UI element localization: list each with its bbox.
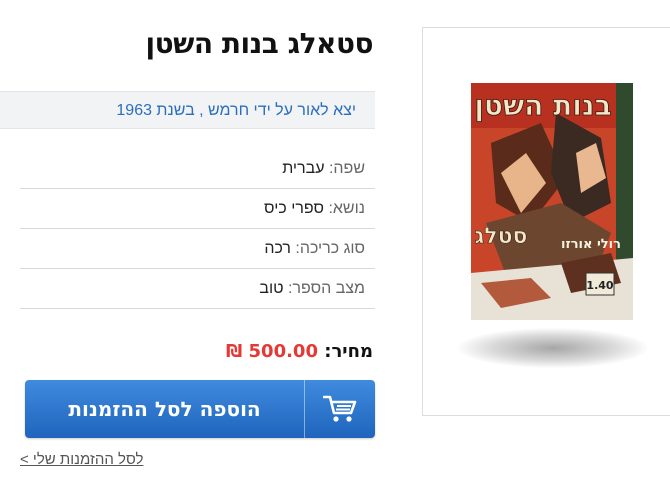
price-amount: 500.00: [248, 341, 318, 362]
detail-value: עברית: [282, 160, 325, 177]
my-cart-link[interactable]: לסל ההזמנות שלי >: [20, 451, 143, 468]
detail-row-binding: סוג כריכה: רכה: [20, 229, 375, 269]
cover-author-text: רולי אורזו: [561, 237, 621, 252]
detail-key: סוג כריכה:: [295, 240, 365, 257]
detail-key: נושא:: [328, 200, 365, 217]
detail-row-language: שפה: עברית: [20, 149, 375, 189]
detail-row-condition: מצב הספר: טוב: [20, 269, 375, 309]
detail-row-subject: נושא: ספרי כיס: [20, 189, 375, 229]
shopping-cart-icon: [304, 380, 375, 438]
add-to-cart-button[interactable]: הוספה לסל ההזמנות: [25, 380, 375, 438]
publisher-band: יצא לאור על ידי חרמש , בשנת 1963: [0, 91, 375, 129]
product-image-panel: 1.40 בנות השטן סטלג רולי אורזו: [422, 27, 670, 416]
detail-value: ספרי כיס: [264, 200, 324, 217]
price-label: מחיר:: [324, 341, 373, 362]
image-shadow: [458, 328, 648, 368]
page-title: סטאלג בנות השטן: [145, 27, 374, 60]
cover-price-tag: 1.40: [586, 279, 613, 292]
detail-value: רכה: [264, 240, 291, 257]
price: מחיר: 500.00 ₪: [226, 338, 373, 366]
details-list: שפה: עברית נושא: ספרי כיס סוג כריכה: רכה…: [20, 149, 375, 309]
publisher-info: יצא לאור על ידי חרמש , בשנת 1963: [116, 102, 356, 119]
detail-value: טוב: [259, 280, 284, 297]
detail-key: מצב הספר:: [288, 280, 365, 297]
book-cover-image[interactable]: 1.40 בנות השטן סטלג רולי אורזו: [471, 83, 633, 320]
cover-side-text: סטלג: [474, 224, 527, 249]
add-to-cart-label: הוספה לסל ההזמנות: [68, 397, 261, 421]
detail-key: שפה:: [328, 160, 365, 177]
price-value: 500.00 ₪: [226, 341, 318, 362]
price-currency: ₪: [225, 341, 243, 362]
cover-title-text: בנות השטן: [474, 89, 611, 122]
